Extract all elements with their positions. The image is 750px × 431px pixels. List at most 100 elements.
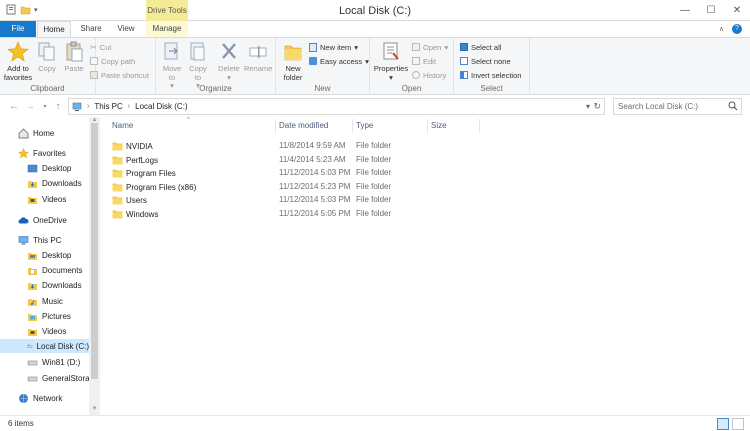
column-divider[interactable]: [352, 119, 353, 133]
select-group: Select all Select none Invert selection …: [454, 38, 530, 95]
up-arrow-icon[interactable]: ↑: [52, 101, 64, 113]
organize-group-label: Organize: [199, 84, 232, 93]
folder-icon: [112, 169, 123, 178]
table-row[interactable]: Users 11/12/2014 5:03 PM File folder: [112, 193, 542, 206]
rename-button[interactable]: Rename: [244, 41, 272, 74]
back-arrow-icon[interactable]: ←: [8, 101, 20, 113]
history-button[interactable]: History: [412, 69, 446, 81]
copy-button[interactable]: Copy: [35, 41, 59, 74]
nav-scrollbar[interactable]: ▲ ▼: [89, 117, 100, 415]
column-divider[interactable]: [427, 119, 428, 133]
star-icon: [7, 41, 29, 62]
desktop-folder-icon: [28, 252, 37, 260]
nav-onedrive[interactable]: OneDrive: [18, 213, 67, 227]
nav-fav-desktop[interactable]: Desktop: [27, 161, 71, 175]
nav-network[interactable]: Network: [18, 391, 62, 405]
nav-this-pc[interactable]: This PC: [18, 233, 61, 247]
open-group: Properties ▾ Open ▾ Edit History Open: [370, 38, 454, 95]
search-input[interactable]: Search Local Disk (C:): [613, 98, 742, 115]
breadcrumb-this-pc[interactable]: This PC: [94, 102, 122, 111]
recent-locations-chevron-icon[interactable]: ▾: [39, 101, 51, 113]
folder-icon: [112, 210, 123, 219]
nav-home[interactable]: Home: [18, 126, 54, 140]
add-to-favorites-button[interactable]: Add to favorites: [3, 41, 33, 82]
nav-pc-pictures[interactable]: Pictures: [27, 309, 71, 323]
file-type: File folder: [356, 182, 392, 191]
close-icon[interactable]: ✕: [730, 3, 744, 17]
table-row[interactable]: Windows 11/12/2014 5:05 PM File folder: [112, 207, 542, 220]
maximize-icon[interactable]: ☐: [704, 3, 718, 17]
file-type: File folder: [356, 209, 392, 218]
refresh-icon[interactable]: ↻: [593, 101, 601, 112]
nav-scroll-thumb[interactable]: [91, 123, 98, 379]
tab-manage[interactable]: Manage: [146, 21, 188, 37]
scroll-down-arrow-icon[interactable]: ▼: [89, 406, 100, 412]
network-icon: [19, 393, 28, 403]
select-all-button[interactable]: Select all: [460, 41, 501, 53]
downloads-folder-icon: [28, 282, 37, 290]
paste-button[interactable]: Paste: [61, 41, 87, 74]
column-header-date[interactable]: Date modified: [279, 121, 328, 130]
tab-home[interactable]: Home: [37, 21, 71, 37]
scissors-icon: ✂: [90, 42, 97, 52]
cut-button[interactable]: ✂ Cut: [90, 41, 111, 53]
table-row[interactable]: NVIDIA 11/8/2014 9:59 AM File folder: [112, 139, 542, 152]
nav-pc-downloads[interactable]: Downloads: [27, 278, 82, 292]
delete-button[interactable]: Delete ▾: [216, 41, 242, 82]
breadcrumb-local-disk[interactable]: Local Disk (C:): [135, 102, 187, 111]
easy-access-button[interactable]: Easy access ▾: [309, 55, 369, 67]
file-date: 11/8/2014 9:59 AM: [279, 141, 346, 150]
music-folder-icon: [28, 298, 37, 306]
nav-win81-drive[interactable]: Win81 (D:): [27, 355, 80, 369]
details-view-icon[interactable]: [717, 418, 729, 430]
column-header-type[interactable]: Type: [356, 121, 373, 130]
folder-icon: [284, 45, 302, 61]
new-item-button[interactable]: New item ▾: [309, 41, 358, 53]
select-group-label: Select: [480, 84, 503, 93]
table-row[interactable]: Program Files 11/12/2014 5:03 PM File fo…: [112, 166, 542, 179]
select-none-button[interactable]: Select none: [460, 55, 511, 67]
chevron-up-icon[interactable]: ∧: [719, 25, 724, 33]
column-divider[interactable]: [275, 119, 276, 133]
nav-local-disk[interactable]: Local Disk (C:): [0, 339, 89, 353]
table-row[interactable]: Program Files (x86) 11/12/2014 5:23 PM F…: [112, 180, 542, 193]
invert-selection-icon: [460, 71, 468, 79]
edit-button[interactable]: Edit: [412, 55, 436, 67]
file-date: 11/12/2014 5:23 PM: [279, 182, 351, 191]
folder-icon: [112, 196, 123, 205]
nav-pc-videos[interactable]: Videos: [27, 324, 66, 338]
paste-shortcut-button[interactable]: Paste shortcut: [90, 69, 149, 81]
window-title: Local Disk (C:): [338, 5, 412, 17]
help-icon[interactable]: ?: [732, 24, 742, 34]
nav-pc-music[interactable]: Music: [27, 294, 63, 308]
address-bar[interactable]: › This PC › Local Disk (C:) ▾ ↻: [68, 98, 605, 115]
nav-fav-downloads[interactable]: Downloads: [27, 176, 82, 190]
nav-fav-videos[interactable]: Videos: [27, 192, 66, 206]
invert-selection-button[interactable]: Invert selection: [460, 69, 521, 81]
column-divider[interactable]: [479, 119, 480, 133]
nav-favorites[interactable]: Favorites: [18, 146, 66, 160]
new-folder-button[interactable]: New folder: [280, 41, 306, 82]
column-header-size[interactable]: Size: [431, 121, 447, 130]
column-header-name[interactable]: Name: [112, 121, 133, 130]
folder-icon: [112, 156, 123, 165]
file-type: File folder: [356, 168, 392, 177]
nav-pc-desktop[interactable]: Desktop: [27, 248, 71, 262]
tab-view[interactable]: View: [110, 21, 142, 37]
tab-file[interactable]: File: [0, 21, 36, 37]
properties-button[interactable]: Properties ▾: [373, 41, 409, 82]
forward-arrow-icon[interactable]: →: [24, 101, 36, 113]
nav-general-storage[interactable]: GeneralStorag: [27, 371, 94, 385]
copy-path-button[interactable]: Copy path: [90, 55, 135, 67]
open-button[interactable]: Open ▾: [412, 41, 448, 53]
rename-icon: [249, 46, 267, 58]
folder-icon: [112, 142, 123, 151]
table-row[interactable]: PerfLogs 11/4/2014 5:23 AM File folder: [112, 153, 542, 166]
drive-icon: [27, 343, 33, 348]
large-icons-view-icon[interactable]: [732, 418, 744, 430]
tab-share[interactable]: Share: [74, 21, 108, 37]
address-dropdown-icon[interactable]: ▾: [586, 102, 590, 111]
minimize-icon[interactable]: —: [678, 3, 692, 17]
nav-pc-documents[interactable]: Documents: [27, 263, 82, 277]
breadcrumb-separator-icon: ›: [87, 103, 90, 110]
